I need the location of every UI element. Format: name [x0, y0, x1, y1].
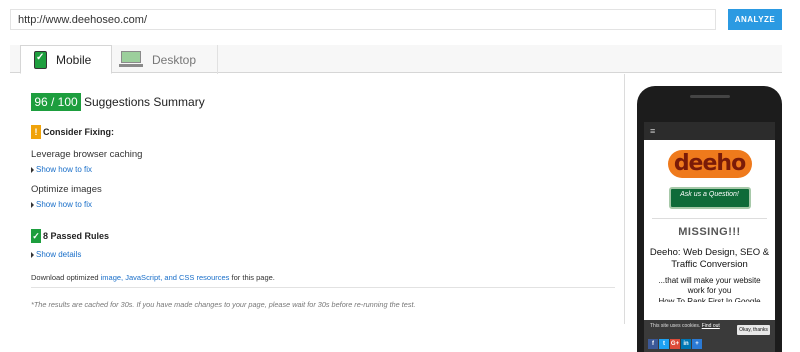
linkedin-icon: in [681, 339, 691, 349]
site-subline: ...that will make your website work for … [658, 276, 761, 295]
google-plus-icon: G+ [670, 339, 680, 349]
show-how-to-fix-images-link[interactable]: Show how to fix [31, 200, 92, 209]
cookie-text: This site uses cookies. Find out [650, 323, 720, 329]
pane-separator [624, 74, 625, 324]
divider [31, 287, 615, 288]
share-plus-icon: + [692, 339, 702, 349]
preview-divider [652, 218, 767, 219]
results-pane: 96 / 100 Suggestions Summary ! Consider … [10, 74, 622, 324]
site-cutoff-line: How To Rank First In Google [658, 297, 761, 302]
cookie-find-out-link: Find out [701, 323, 720, 329]
download-prefix: Download optimized [31, 273, 101, 282]
show-details-link[interactable]: Show details [31, 250, 81, 259]
tab-desktop-label: Desktop [152, 52, 197, 67]
cache-note: *The results are cached for 30s. If you … [31, 300, 416, 309]
mobile-phone-icon [34, 50, 47, 69]
download-resources-link[interactable]: image, JavaScript, and CSS resources [101, 273, 230, 282]
summary-title: Suggestions Summary [84, 95, 205, 109]
ask-question-button: Ask us a Question! [668, 187, 751, 209]
url-input[interactable] [10, 9, 716, 30]
missing-image-text: MISSING!!! [678, 226, 741, 238]
caret-right-icon [31, 201, 34, 208]
deeho-logo: deeho [667, 150, 752, 178]
cookie-message: This site uses cookies. [650, 323, 701, 329]
warning-icon: ! [31, 125, 41, 139]
show-how-to-fix-label: Show how to fix [36, 200, 93, 209]
device-tab-strip: Mobile Desktop [10, 45, 782, 74]
facebook-icon: f [648, 339, 658, 349]
show-details-label: Show details [36, 250, 82, 259]
download-suffix: for this page. [229, 273, 275, 282]
score-badge: 96 / 100 [31, 93, 81, 111]
rule-name-images: Optimize images [31, 184, 102, 195]
check-icon: ✓ [31, 229, 41, 243]
phone-speaker [690, 95, 730, 98]
phone-screen: ≡ deeho Ask us a Question! MISSING!!! De… [644, 122, 775, 352]
caret-right-icon [31, 251, 34, 258]
cookie-bar: This site uses cookies. Find out Okay, t… [644, 320, 775, 352]
caret-right-icon [31, 166, 34, 173]
hamburger-menu-icon: ≡ [644, 122, 775, 140]
show-how-to-fix-label: Show how to fix [36, 165, 93, 174]
tab-desktop[interactable]: Desktop [112, 45, 218, 74]
social-share-row: f t G+ in + [648, 339, 702, 349]
desktop-monitor-icon [119, 51, 143, 68]
show-how-to-fix-caching-link[interactable]: Show how to fix [31, 165, 92, 174]
tab-mobile[interactable]: Mobile [20, 45, 112, 74]
site-headline: Deeho: Web Design, SEO & Traffic Convers… [649, 247, 770, 270]
cookie-okay-button: Okay, thanks [737, 325, 770, 335]
passed-rules-title: 8 Passed Rules [43, 231, 110, 241]
twitter-icon: t [659, 339, 669, 349]
rule-name-caching: Leverage browser caching [31, 149, 143, 160]
tab-mobile-label: Mobile [56, 52, 92, 67]
download-line: Download optimized image, JavaScript, an… [31, 273, 275, 282]
analyze-button[interactable]: ANALYZE [728, 9, 782, 30]
consider-fixing-title: Consider Fixing: [43, 127, 115, 137]
phone-preview: ≡ deeho Ask us a Question! MISSING!!! De… [637, 86, 782, 352]
